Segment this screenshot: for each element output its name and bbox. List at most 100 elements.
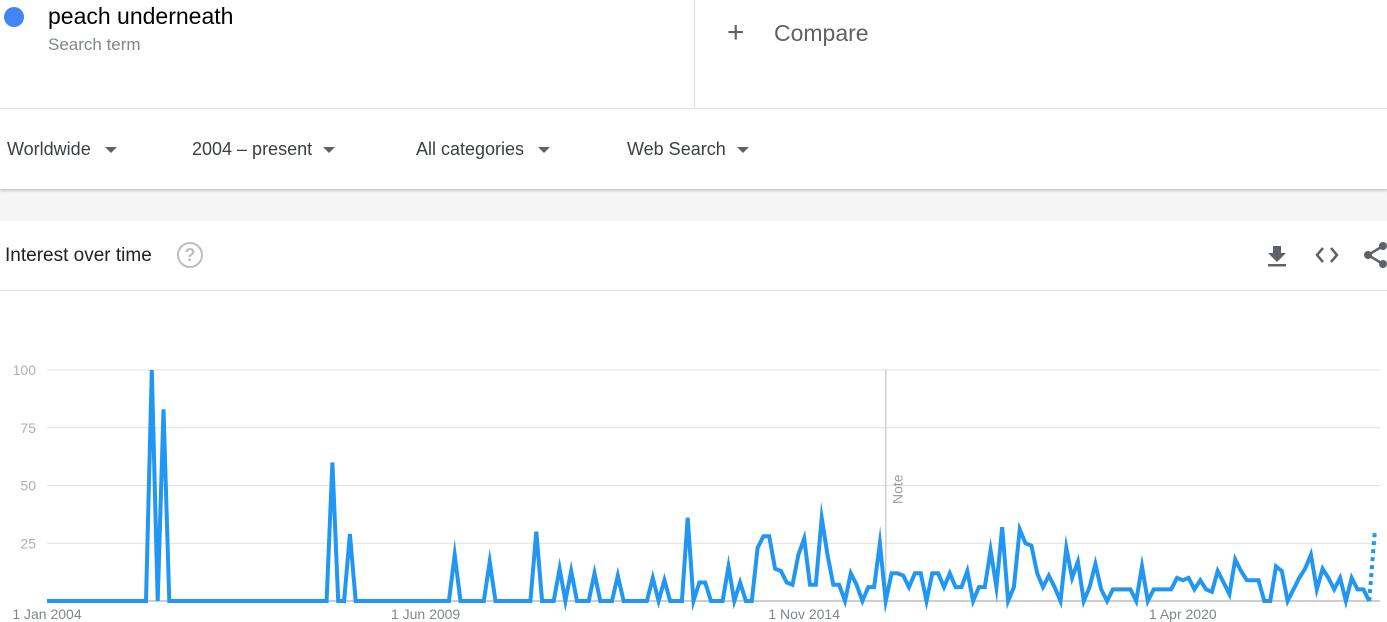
data-point xyxy=(983,585,987,589)
data-point xyxy=(581,599,585,603)
data-point xyxy=(511,599,515,603)
data-point xyxy=(179,599,183,603)
data-point xyxy=(1006,599,1010,603)
data-point xyxy=(109,599,113,603)
help-icon[interactable]: ? xyxy=(177,242,203,268)
data-point xyxy=(261,599,265,603)
data-point xyxy=(1198,578,1202,582)
data-point xyxy=(237,599,241,603)
data-point xyxy=(534,530,538,534)
data-point xyxy=(103,599,107,603)
compare-label: Compare xyxy=(774,19,869,46)
data-point xyxy=(1239,569,1243,573)
data-point xyxy=(703,581,707,585)
region-dropdown[interactable]: Worldwide xyxy=(7,139,117,160)
search-term-subtitle: Search term xyxy=(48,35,141,54)
data-point xyxy=(1088,585,1092,589)
data-point xyxy=(63,599,67,603)
data-point xyxy=(45,599,49,603)
search-type-dropdown[interactable]: Web Search xyxy=(627,139,749,160)
data-point xyxy=(651,576,655,580)
data-point xyxy=(761,534,765,538)
data-point xyxy=(459,599,463,603)
data-point xyxy=(1158,587,1162,591)
data-point xyxy=(802,537,806,541)
data-point xyxy=(453,553,457,557)
data-point xyxy=(954,585,958,589)
data-point xyxy=(1029,544,1033,548)
data-point xyxy=(907,585,911,589)
data-point xyxy=(1099,587,1103,591)
data-point xyxy=(156,599,160,603)
search-type-dropdown-label: Web Search xyxy=(627,139,726,159)
compare-button[interactable]: + Compare xyxy=(727,18,869,48)
x-tick-label: 1 Jun 2009 xyxy=(391,606,460,622)
search-term-card[interactable]: peach underneath Search term xyxy=(0,0,695,108)
data-point xyxy=(395,599,399,603)
data-point xyxy=(721,599,725,603)
data-point xyxy=(74,599,78,603)
data-point xyxy=(132,599,136,603)
data-point xyxy=(80,599,84,603)
x-tick-label: 1 Apr 2020 xyxy=(1149,606,1217,622)
data-point xyxy=(884,599,888,603)
data-point xyxy=(1093,562,1097,566)
data-point xyxy=(476,599,480,603)
data-point xyxy=(377,599,381,603)
share-icon[interactable] xyxy=(1362,241,1387,269)
data-point xyxy=(744,599,748,603)
embed-icon[interactable] xyxy=(1313,241,1341,269)
chart-svg: 100 75 50 25 1 Jan 2004 1 Jun 2009 1 Nov 2014 1… xyxy=(12,362,1380,622)
data-point xyxy=(162,407,166,411)
data-point xyxy=(517,599,521,603)
data-point xyxy=(808,583,812,587)
data-point xyxy=(1280,569,1284,573)
data-point xyxy=(144,599,148,603)
data-point xyxy=(558,567,562,571)
data-point xyxy=(680,599,684,603)
data-point xyxy=(925,599,929,603)
data-point xyxy=(657,599,661,603)
data-point xyxy=(546,599,550,603)
data-point xyxy=(692,599,696,603)
category-dropdown[interactable]: All categories xyxy=(416,139,551,160)
y-tick-label: 100 xyxy=(13,362,37,378)
data-point xyxy=(1268,599,1272,603)
section-divider xyxy=(0,189,1387,221)
data-point xyxy=(826,553,830,557)
data-point xyxy=(464,599,468,603)
data-point xyxy=(820,516,824,520)
search-term-name[interactable]: peach underneath xyxy=(48,3,233,30)
data-point xyxy=(173,599,177,603)
data-point xyxy=(779,569,783,573)
data-point xyxy=(1227,592,1231,596)
y-tick-label: 75 xyxy=(20,420,36,436)
data-point xyxy=(389,599,393,603)
search-terms-bar: peach underneath Search term + Compare xyxy=(0,0,1387,109)
data-point xyxy=(895,571,899,575)
data-point xyxy=(1187,576,1191,580)
data-point xyxy=(1303,567,1307,571)
data-point xyxy=(266,599,270,603)
data-point xyxy=(1111,587,1115,591)
data-point xyxy=(354,599,358,603)
data-point xyxy=(278,599,282,603)
data-point xyxy=(1338,576,1342,580)
data-point xyxy=(319,599,323,603)
chevron-down-icon xyxy=(736,146,749,153)
download-icon[interactable] xyxy=(1263,241,1291,269)
data-point xyxy=(121,599,125,603)
data-point xyxy=(1286,599,1290,603)
data-point xyxy=(662,578,666,582)
data-point xyxy=(1245,578,1249,582)
data-point xyxy=(1117,587,1121,591)
time-range-dropdown[interactable]: 2004 – present xyxy=(192,139,336,160)
note-label: Note xyxy=(890,474,906,504)
chevron-down-icon xyxy=(538,146,551,153)
data-point xyxy=(400,599,404,603)
data-point xyxy=(575,599,579,603)
data-point xyxy=(1076,560,1080,564)
data-point xyxy=(913,571,917,575)
data-point xyxy=(989,548,993,552)
data-point xyxy=(418,599,422,603)
